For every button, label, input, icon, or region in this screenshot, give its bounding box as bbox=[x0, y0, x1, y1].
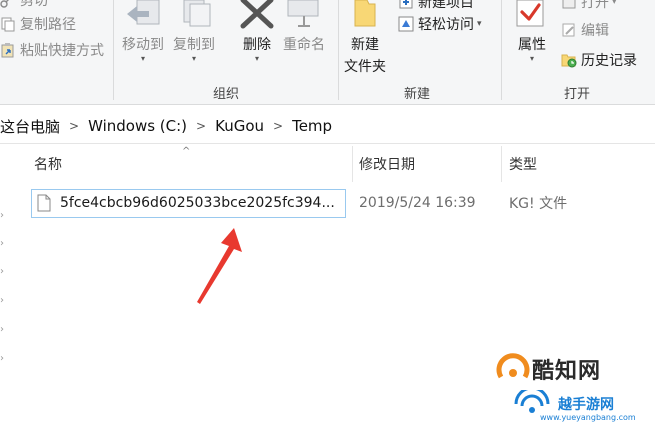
properties-button[interactable]: 属性 ▾ bbox=[512, 0, 552, 63]
copy-path-icon bbox=[0, 16, 16, 32]
ribbon-separator bbox=[501, 0, 502, 100]
new-item-button[interactable]: 新建项目 bbox=[398, 0, 474, 12]
ribbon-separator bbox=[338, 0, 339, 100]
delete-button[interactable]: 删除 ▾ bbox=[237, 0, 277, 63]
chevron-right-icon[interactable]: > bbox=[273, 119, 283, 133]
copy-to-icon bbox=[183, 0, 211, 27]
open-button[interactable]: 打开 ▾ bbox=[561, 0, 617, 12]
chevron-down-icon: ▾ bbox=[191, 54, 196, 63]
chevron-down-icon: ▾ bbox=[477, 19, 482, 29]
history-icon bbox=[561, 52, 577, 68]
move-to-icon bbox=[127, 0, 160, 25]
rename-button[interactable]: 重命名 bbox=[283, 0, 325, 54]
breadcrumb-temp[interactable]: Temp bbox=[292, 117, 332, 135]
watermark-site-url: www.yueyangbang.com bbox=[540, 413, 636, 422]
copy-to-button[interactable]: 复制到 ▾ bbox=[173, 0, 215, 63]
scissors-icon bbox=[0, 0, 16, 8]
chevron-down-icon: ▾ bbox=[140, 54, 145, 63]
move-to-button[interactable]: 移动到 ▾ bbox=[122, 0, 164, 63]
red-annotation-arrow bbox=[197, 228, 242, 304]
watermark-logo-icon bbox=[496, 353, 530, 379]
nav-expand-icon[interactable]: › bbox=[0, 295, 4, 306]
nav-expand-icon[interactable]: › bbox=[0, 238, 4, 249]
address-bar[interactable]: 这台电脑 > Windows (C:) > KuGou > Temp bbox=[0, 109, 655, 144]
delete-x-icon bbox=[240, 0, 274, 29]
new-folder-button[interactable]: 新建 文件夹 bbox=[344, 0, 386, 76]
new-item-icon bbox=[398, 0, 414, 10]
properties-check-icon bbox=[516, 0, 544, 27]
rename-icon bbox=[287, 0, 319, 27]
breadcrumb-drive-c[interactable]: Windows (C:) bbox=[88, 117, 187, 135]
nav-expand-icon[interactable]: › bbox=[0, 353, 4, 364]
breadcrumb-kugou[interactable]: KuGou bbox=[215, 117, 264, 135]
paste-shortcut-icon bbox=[0, 42, 16, 58]
watermark-brand: 酷知网 bbox=[532, 359, 602, 384]
group-label-organize: 组织 bbox=[212, 87, 239, 102]
group-label-new: 新建 bbox=[403, 87, 430, 102]
chevron-right-icon[interactable]: > bbox=[69, 119, 79, 133]
column-divider[interactable] bbox=[352, 146, 353, 182]
copy-path-button[interactable]: 复制路径 bbox=[0, 14, 76, 34]
nav-expand-icon[interactable]: › bbox=[0, 324, 4, 335]
edit-pencil-icon bbox=[561, 22, 577, 38]
open-icon bbox=[561, 0, 577, 10]
ribbon: 剪切 复制路径 粘贴快捷方式 移动到 ▾ 复制到 ▾ 删除 ▾ 重命名 组织 新… bbox=[0, 0, 655, 105]
cut-button[interactable]: 剪切 bbox=[0, 0, 48, 10]
column-header-name[interactable]: 名称 bbox=[34, 146, 62, 182]
nav-expand-icon[interactable]: › bbox=[0, 266, 4, 277]
column-header-date[interactable]: 修改日期 bbox=[359, 146, 415, 182]
chevron-down-icon: ▾ bbox=[529, 54, 534, 63]
chevron-down-icon: ▾ bbox=[612, 0, 617, 7]
file-type: KG! 文件 bbox=[509, 196, 568, 212]
chevron-down-icon: ▾ bbox=[254, 54, 259, 63]
file-name[interactable]: 5fce4cbcb96d6025033bce2025fc394... bbox=[60, 189, 335, 217]
folder-icon bbox=[354, 0, 376, 27]
column-divider[interactable] bbox=[501, 146, 502, 182]
easy-access-icon bbox=[398, 16, 414, 32]
file-date: 2019/5/24 16:39 bbox=[359, 195, 476, 211]
ribbon-separator bbox=[113, 0, 114, 100]
chevron-right-icon[interactable]: > bbox=[196, 119, 206, 133]
edit-button[interactable]: 编辑 bbox=[561, 20, 609, 40]
breadcrumb-this-pc[interactable]: 这台电脑 bbox=[0, 116, 60, 137]
group-label-open: 打开 bbox=[563, 87, 590, 102]
file-icon bbox=[37, 189, 51, 217]
sort-ascending-icon: ^ bbox=[182, 146, 191, 157]
nav-expand-icon[interactable]: › bbox=[0, 210, 4, 221]
watermark-site-name: 越手游网 bbox=[558, 397, 614, 413]
paste-shortcut-button[interactable]: 粘贴快捷方式 bbox=[0, 40, 104, 60]
easy-access-button[interactable]: 轻松访问 ▾ bbox=[398, 14, 482, 34]
column-header-type[interactable]: 类型 bbox=[509, 146, 537, 182]
history-button[interactable]: 历史记录 bbox=[561, 50, 637, 70]
